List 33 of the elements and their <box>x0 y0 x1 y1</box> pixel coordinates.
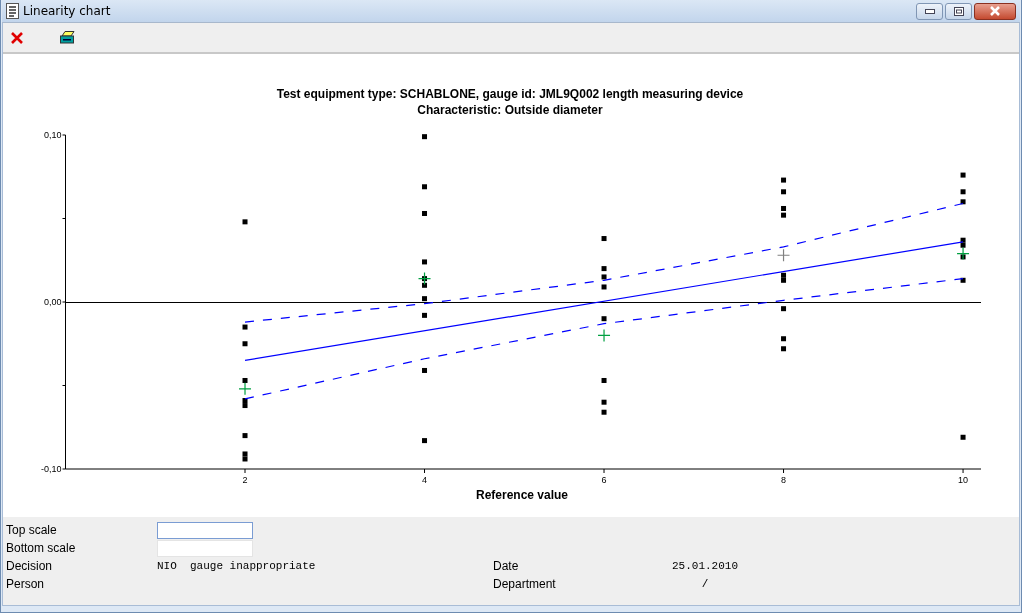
x-tick-label: 2 <box>242 475 248 485</box>
field-label: Department <box>493 577 557 591</box>
close-button[interactable] <box>974 2 1016 20</box>
close-icon <box>10 30 24 45</box>
x-tick-label: 4 <box>422 475 428 485</box>
x-axis-label: Reference value <box>475 488 569 502</box>
field-value: NIO gauge inappropriate <box>157 560 317 572</box>
field-value: / <box>700 578 710 590</box>
minimize-button[interactable] <box>916 2 943 20</box>
print-button[interactable] <box>60 31 75 44</box>
field-label: Bottom scale <box>6 541 77 555</box>
y-tick-label: 0,10 <box>43 130 62 140</box>
field-label: Person <box>6 577 46 591</box>
minimize-icon <box>924 8 935 14</box>
x-tick-label: 10 <box>958 475 969 485</box>
close-button[interactable] <box>10 30 24 45</box>
chart-title: Test equipment type: SCHABLONE, gauge id: JML9Q002 length measuring device <box>276 87 744 101</box>
x-tick-label: 6 <box>601 475 607 485</box>
chart-title: Characteristic: Outside diameter <box>417 103 603 117</box>
maximize-icon <box>953 6 964 16</box>
maximize-button[interactable] <box>945 2 972 20</box>
y-tick-label: -0,10 <box>41 464 62 474</box>
x-tick-label: 8 <box>781 475 787 485</box>
field-value: 25.01.2010 <box>671 560 739 572</box>
field-label: Top scale <box>6 523 58 537</box>
input-field[interactable] <box>157 521 253 539</box>
field-label: Date <box>493 559 520 573</box>
printer-icon <box>60 31 75 44</box>
document-icon <box>6 3 19 19</box>
y-tick-label: 0,00 <box>43 297 62 307</box>
field-label: Decision <box>6 559 54 573</box>
close-icon <box>989 6 1001 16</box>
window-title: Linearity chart <box>23 4 112 18</box>
